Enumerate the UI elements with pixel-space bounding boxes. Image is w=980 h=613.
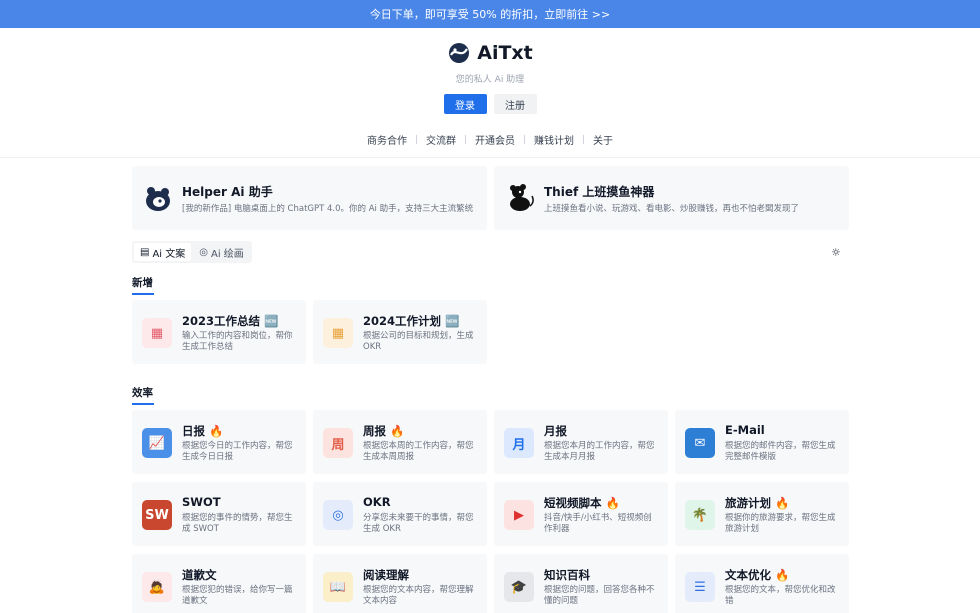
card-title: 阅读理解 — [363, 568, 409, 582]
card-desc: 根据公司的目标和规划，生成 OKR — [363, 331, 474, 352]
site-header: AiTxt 您的私人 Ai 助理 登录 注册 商务合作 交流群 开通会员 赚钱计… — [0, 28, 980, 158]
tool-card[interactable]: ✉ E-Mail 根据您的邮件内容，帮您生成完整邮件模版 — [675, 410, 849, 474]
tool-card[interactable]: SW SWOT 根据您的事件的情势，帮您生成 SWOT — [132, 482, 306, 546]
tool-card[interactable]: ☰ 文本优化 🔥 根据您的文本，帮您优化和改错 — [675, 554, 849, 613]
theme-toggle-icon[interactable]: ☼ — [831, 247, 842, 258]
brand-name: AiTxt — [477, 42, 533, 64]
card-desc: 根据您的问题，回答您各种不懂的问题 — [544, 585, 655, 606]
card-desc: 根据您本月的工作内容，帮您生成本月月报 — [544, 441, 655, 462]
nav-business[interactable]: 商务合作 — [358, 132, 416, 147]
nav-membership[interactable]: 开通会员 — [466, 132, 524, 147]
card-desc: 抖音/快手/小红书、短视频创作利器 — [544, 513, 652, 534]
promo-card-thief[interactable]: Thief 上班摸鱼神器 上班摸鱼看小说、玩游戏、看电影、炒股赚钱，再也不怕老闆… — [494, 166, 849, 230]
tab-label: Ai 绘画 — [211, 248, 244, 260]
nav-group[interactable]: 交流群 — [417, 132, 465, 147]
target-icon: ◎ — [323, 500, 353, 530]
tab-ai-drawing[interactable]: ◎ Ai 绘画 — [193, 243, 250, 261]
tool-card[interactable]: 🌴 旅游计划 🔥 根据你的旅游要求，帮您生成旅游计划 — [675, 482, 849, 546]
card-desc: 分享您未来要干的事情，帮您生成 OKR — [363, 513, 474, 534]
swot-icon: SW — [142, 500, 172, 530]
mail-icon: ✉ — [685, 428, 715, 458]
tool-card[interactable]: ◎ OKR 分享您未来要干的事情，帮您生成 OKR — [313, 482, 487, 546]
tool-card[interactable]: 📈 日报 🔥 根据您今日的工作内容，帮您生成今日日报 — [132, 410, 306, 474]
card-desc: 根据您本周的工作内容，帮您生成本周周报 — [363, 441, 474, 462]
tool-card[interactable]: ▦ 2024工作计划 🆕 根据公司的目标和规划，生成 OKR — [313, 300, 487, 364]
calendar-icon: ▦ — [323, 318, 353, 348]
tab-label: Ai 文案 — [152, 248, 186, 260]
chart-icon: 📈 — [142, 428, 172, 458]
logo-icon — [449, 43, 470, 63]
card-title: 短视频脚本 🔥 — [544, 496, 620, 510]
tool-card[interactable]: 📖 阅读理解根据您的文本内容，帮您理解文本内容 — [313, 554, 487, 613]
tab-ai-copy[interactable]: ▤ Ai 文案 — [134, 243, 192, 261]
brand[interactable]: AiTxt — [0, 41, 980, 65]
promo-desc: [我的新作品] 电脑桌面上的 ChatGPT 4.0。你的 Ai 助手，支持三大… — [182, 204, 474, 214]
card-desc: 输入工作的内容和岗位，帮你生成工作总结 — [182, 331, 293, 352]
card-desc: 根据您的文本，帮您优化和改错 — [725, 585, 836, 606]
promo-desc: 上班摸鱼看小说、玩游戏、看电影、炒股赚钱，再也不怕老闆发现了 — [544, 204, 800, 214]
card-title: 道歉文 — [182, 568, 217, 582]
tagline: 您的私人 Ai 助理 — [455, 75, 525, 85]
mouse-icon — [510, 184, 534, 211]
card-title: 知识百科 — [544, 568, 590, 582]
card-desc: 根据您犯的错误，给你写一篇道歉文 — [182, 585, 293, 606]
document-icon: ▤ — [140, 246, 150, 258]
top-nav: 商务合作 交流群 开通会员 赚钱计划 关于 — [0, 132, 980, 147]
auth-buttons: 登录 注册 — [0, 94, 980, 114]
card-title: 日报 🔥 — [182, 424, 224, 438]
card-title: E-Mail — [725, 423, 765, 437]
palette-icon: ◎ — [199, 246, 208, 258]
card-desc: 根据您的事件的情势，帮您生成 SWOT — [182, 513, 293, 534]
nav-about[interactable]: 关于 — [584, 132, 622, 147]
nav-earn[interactable]: 赚钱计划 — [525, 132, 583, 147]
card-title: 2023工作总结 🆕 — [182, 314, 279, 328]
report-icon: ▦ — [142, 318, 172, 348]
register-button[interactable]: 注册 — [493, 94, 537, 114]
tool-card[interactable]: 月月报根据您本月的工作内容，帮您生成本月月报 — [494, 410, 668, 474]
reading-icon: 📖 — [323, 572, 353, 602]
promo-banner[interactable]: 今日下单，即可享受 50% 的折扣，立即前往 >> — [0, 0, 980, 28]
video-icon: ▶ — [504, 500, 534, 530]
banner-text[interactable]: 今日下单，即可享受 50% 的折扣，立即前往 >> — [370, 6, 610, 22]
login-button[interactable]: 登录 — [443, 94, 487, 114]
week-icon: 周 — [323, 428, 353, 458]
panda-icon — [146, 187, 170, 211]
tool-card[interactable]: 周周报 🔥 根据您本周的工作内容，帮您生成本周周报 — [313, 410, 487, 474]
list-icon: ☰ — [685, 572, 715, 602]
month-icon: 月 — [504, 428, 534, 458]
promo-card-helper[interactable]: Helper Ai 助手 [我的新作品] 电脑桌面上的 ChatGPT 4.0。… — [132, 166, 487, 230]
card-title: SWOT — [182, 495, 221, 509]
section-title-efficiency: 效率 — [132, 385, 154, 405]
card-desc: 根据您的文本内容，帮您理解文本内容 — [363, 585, 474, 606]
palm-icon: 🌴 — [685, 500, 715, 530]
card-desc: 根据你的旅游要求，帮您生成旅游计划 — [725, 513, 836, 534]
promo-title: Thief 上班摸鱼神器 — [544, 185, 655, 199]
card-title: 文本优化 🔥 — [725, 568, 790, 582]
tool-card[interactable]: 🙇 道歉文根据您犯的错误，给你写一篇道歉文 — [132, 554, 306, 613]
card-title: 2024工作计划 🆕 — [363, 314, 460, 328]
graduation-icon: 🎓 — [504, 572, 534, 602]
tool-card[interactable]: ▦ 2023工作总结 🆕 输入工作的内容和岗位，帮你生成工作总结 — [132, 300, 306, 364]
card-title: 旅游计划 🔥 — [725, 496, 790, 510]
section-title-new: 新增 — [132, 275, 154, 295]
promo-title: Helper Ai 助手 — [182, 185, 273, 199]
tool-card[interactable]: ▶ 短视频脚本 🔥 抖音/快手/小红书、短视频创作利器 — [494, 482, 668, 546]
mode-tabs: ▤ Ai 文案 ◎ Ai 绘画 — [132, 241, 252, 263]
apology-icon: 🙇 — [142, 572, 172, 602]
card-title: 周报 🔥 — [363, 424, 405, 438]
card-desc: 根据您的邮件内容，帮您生成完整邮件模版 — [725, 441, 836, 462]
card-title: OKR — [363, 495, 391, 509]
card-title: 月报 — [544, 424, 567, 438]
tool-card[interactable]: 🎓 知识百科根据您的问题，回答您各种不懂的问题 — [494, 554, 668, 613]
card-desc: 根据您今日的工作内容，帮您生成今日日报 — [182, 441, 293, 462]
